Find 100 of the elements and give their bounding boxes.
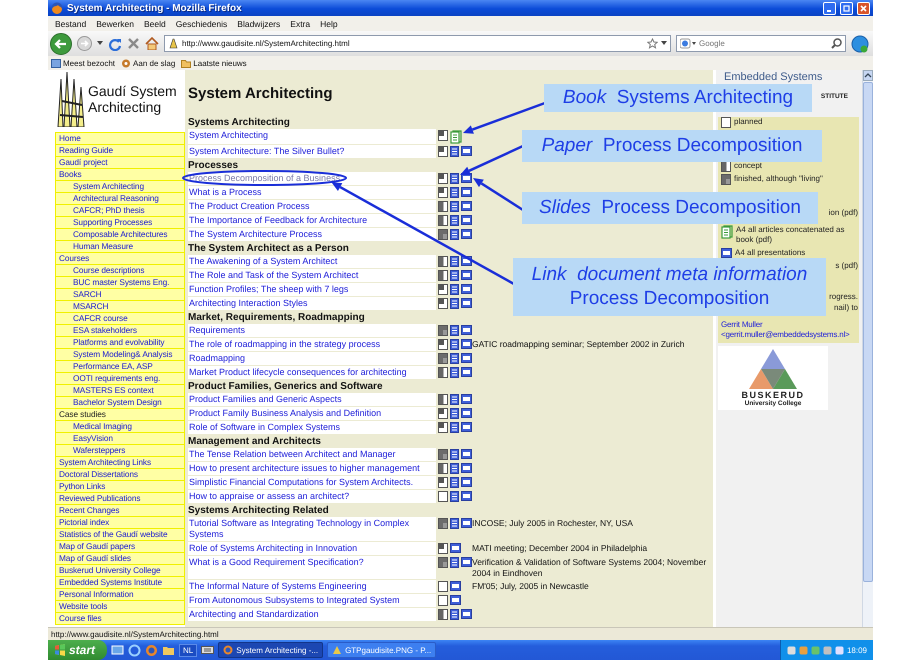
nav-link[interactable]: Map of Gaudí slides bbox=[55, 552, 185, 565]
menu-item[interactable]: Bestand bbox=[50, 18, 92, 28]
screen-icon[interactable] bbox=[450, 543, 461, 553]
screen-icon[interactable] bbox=[450, 581, 461, 591]
document-link[interactable]: Architecting and Standardization bbox=[189, 609, 436, 620]
screen-icon[interactable] bbox=[461, 187, 472, 197]
screen-icon[interactable] bbox=[461, 491, 472, 501]
screen-icon[interactable] bbox=[461, 367, 472, 377]
document-icon[interactable] bbox=[450, 408, 459, 419]
document-icon[interactable] bbox=[450, 215, 459, 226]
nav-link[interactable]: Medical Imaging bbox=[55, 420, 185, 433]
nav-link[interactable]: System Modeling& Analysis bbox=[55, 348, 185, 361]
scroll-up-button[interactable] bbox=[863, 70, 873, 81]
document-icon[interactable] bbox=[450, 325, 459, 336]
document-link[interactable]: The Role and Task of the System Architect bbox=[189, 270, 436, 281]
menu-item[interactable]: Beeld bbox=[139, 18, 171, 28]
screen-icon[interactable] bbox=[461, 229, 472, 239]
nav-link[interactable]: Statistics of the Gaudí website bbox=[55, 528, 185, 541]
nav-link[interactable]: SARCH bbox=[55, 288, 185, 301]
document-link[interactable]: What is a Good Requirement Specification? bbox=[189, 557, 436, 568]
screen-icon[interactable] bbox=[461, 215, 472, 225]
screen-icon[interactable] bbox=[450, 595, 461, 605]
document-icon[interactable] bbox=[450, 187, 459, 198]
forward-button[interactable] bbox=[77, 36, 92, 51]
menu-item[interactable]: Help bbox=[315, 18, 343, 28]
nav-link[interactable]: Pictorial index bbox=[55, 516, 185, 529]
document-icon[interactable] bbox=[450, 463, 459, 474]
document-link[interactable]: Tutorial Software as Integrating Technology in Complex Systems bbox=[189, 518, 436, 540]
document-icon[interactable] bbox=[450, 229, 459, 240]
bookmark-link[interactable]: Meest bezocht bbox=[51, 58, 116, 68]
nav-link[interactable]: Supporting Processes bbox=[55, 216, 185, 229]
document-icon[interactable] bbox=[450, 557, 459, 568]
document-icon[interactable] bbox=[450, 298, 459, 309]
nav-link[interactable]: CAFCR course bbox=[55, 312, 185, 325]
document-icon[interactable] bbox=[450, 449, 459, 460]
document-link[interactable]: Architecting Interaction Styles bbox=[189, 298, 436, 309]
nav-link[interactable]: Recent Changes bbox=[55, 504, 185, 517]
screen-icon[interactable] bbox=[461, 339, 472, 349]
nav-link[interactable]: System Architecting Links bbox=[55, 456, 185, 469]
nav-link[interactable]: Bachelor System Design bbox=[55, 396, 185, 409]
document-icon[interactable] bbox=[450, 353, 459, 364]
document-link[interactable]: System Architecture: The Silver Bullet? bbox=[189, 146, 436, 157]
document-link[interactable]: Market Product lifecycle consequences for architecting bbox=[189, 367, 436, 378]
document-icon[interactable] bbox=[450, 518, 459, 529]
nav-link[interactable]: Platforms and evolvability bbox=[55, 336, 185, 349]
minimize-button[interactable] bbox=[823, 2, 836, 14]
taskbar-button[interactable]: System Architecting -... bbox=[218, 642, 324, 658]
nav-link[interactable]: Doctoral Dissertations bbox=[55, 468, 185, 481]
search-engine-icon[interactable] bbox=[680, 38, 696, 49]
document-link[interactable]: System Architecting bbox=[189, 130, 436, 141]
nav-link[interactable]: System Architecting bbox=[55, 180, 185, 193]
document-link[interactable]: Role of Systems Architecting in Innovation bbox=[189, 543, 436, 554]
document-icon[interactable] bbox=[450, 284, 459, 295]
nav-link[interactable]: Home bbox=[55, 132, 185, 145]
document-icon[interactable] bbox=[450, 270, 459, 281]
screen-icon[interactable] bbox=[461, 557, 472, 567]
language-indicator[interactable]: NL bbox=[179, 644, 198, 656]
round-toolbar-icon[interactable] bbox=[851, 34, 869, 52]
screen-icon[interactable] bbox=[461, 408, 472, 418]
stop-button[interactable] bbox=[127, 37, 140, 50]
screen-icon[interactable] bbox=[461, 518, 472, 528]
screen-icon[interactable] bbox=[461, 353, 472, 363]
document-link[interactable]: The role of roadmapping in the strategy process bbox=[189, 339, 436, 350]
nav-link[interactable]: Reading Guide bbox=[55, 144, 185, 157]
nav-link[interactable]: Human Measure bbox=[55, 240, 185, 253]
screen-icon[interactable] bbox=[461, 298, 472, 308]
contact-link[interactable]: <gerrit.muller@embeddedsystems.nl> bbox=[721, 330, 850, 340]
document-link[interactable]: The Tense Relation between Architect and Manager bbox=[189, 449, 436, 460]
search-icon[interactable] bbox=[831, 38, 842, 49]
document-link[interactable]: Roadmapping bbox=[189, 353, 436, 364]
nav-link[interactable]: BUC master Systems Eng. bbox=[55, 276, 185, 289]
nav-link[interactable]: MSARCH bbox=[55, 300, 185, 313]
document-icon[interactable] bbox=[450, 477, 459, 488]
screen-icon[interactable] bbox=[461, 284, 472, 294]
document-link[interactable]: How to present architecture issues to higher management bbox=[189, 463, 436, 474]
nav-link[interactable]: CAFCR; PhD thesis bbox=[55, 204, 185, 217]
document-link[interactable]: The System Architecture Process bbox=[189, 229, 436, 240]
download-link[interactable]: A4 all presentations bbox=[735, 248, 806, 258]
desktop-icon[interactable] bbox=[111, 644, 124, 656]
nav-link[interactable]: Reviewed Publications bbox=[55, 492, 185, 505]
document-link[interactable]: What is a Process bbox=[189, 187, 436, 198]
nav-link[interactable]: Map of Gaudí papers bbox=[55, 540, 185, 553]
document-icon[interactable] bbox=[450, 339, 459, 350]
nav-link[interactable]: Buskerud University College bbox=[55, 564, 185, 577]
document-link[interactable]: The Awakening of a System Architect bbox=[189, 256, 436, 267]
screen-icon[interactable] bbox=[461, 325, 472, 335]
document-icon[interactable] bbox=[450, 173, 459, 184]
book-icon[interactable] bbox=[721, 225, 733, 239]
document-icon[interactable] bbox=[450, 367, 459, 378]
dropdown-caret-icon[interactable] bbox=[661, 41, 667, 46]
keyboard-icon[interactable] bbox=[201, 645, 214, 655]
maximize-button[interactable] bbox=[840, 2, 853, 14]
document-icon[interactable] bbox=[450, 609, 459, 620]
screen-icon[interactable] bbox=[461, 201, 472, 211]
contact-link[interactable]: Gerrit Muller bbox=[721, 320, 762, 330]
nav-link[interactable]: Personal Information bbox=[55, 588, 185, 601]
document-link[interactable]: Requirements bbox=[189, 325, 436, 336]
home-button[interactable] bbox=[145, 37, 159, 50]
screen-icon[interactable] bbox=[461, 449, 472, 459]
reload-button[interactable] bbox=[108, 36, 122, 50]
